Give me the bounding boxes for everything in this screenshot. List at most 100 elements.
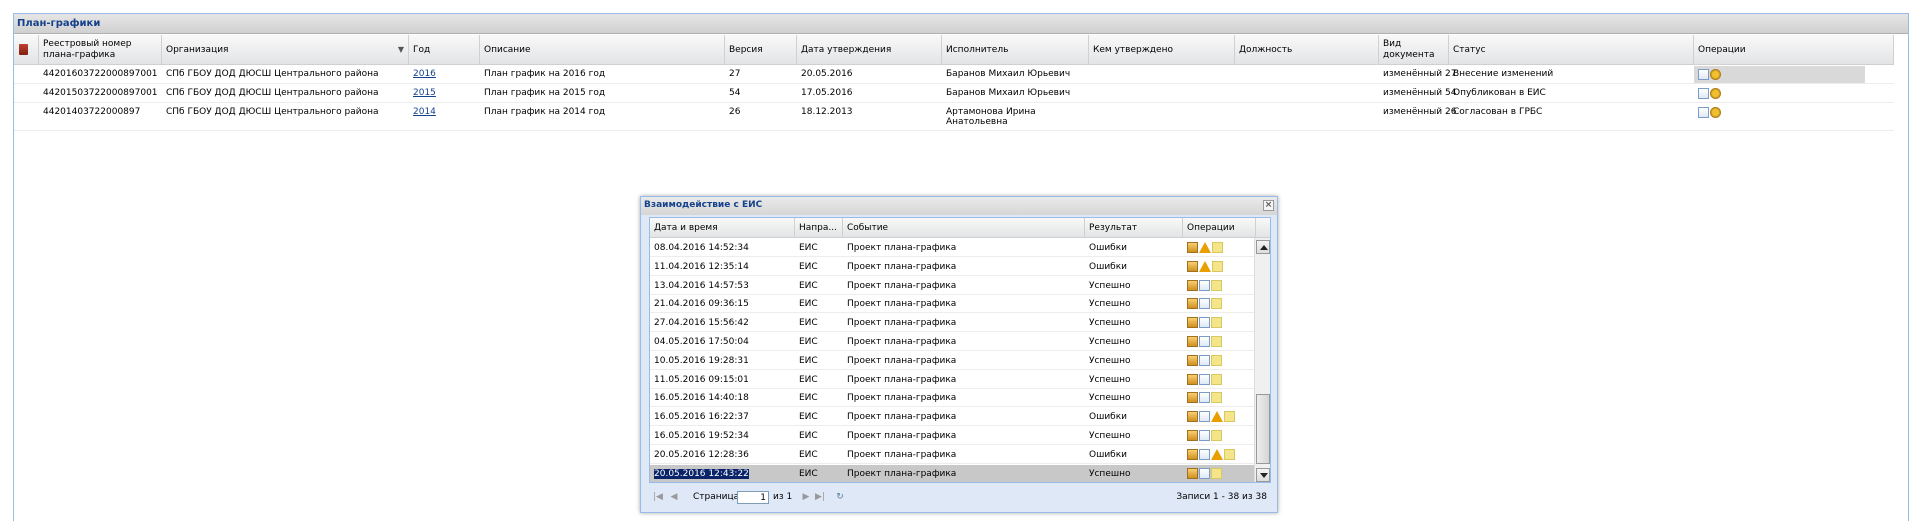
col-datetime[interactable]: Дата и время <box>650 218 795 238</box>
last-page-icon[interactable]: ▶| <box>815 492 825 502</box>
box-icon[interactable] <box>1187 354 1198 366</box>
emblem-icon[interactable] <box>1710 88 1721 99</box>
records-count: Записи 1 - 38 из 38 <box>1176 492 1267 502</box>
filter-icon[interactable]: ▼ <box>398 44 404 55</box>
note-icon[interactable] <box>1224 448 1235 460</box>
table-row[interactable]: 27.04.2016 15:56:42 ЕИС Проект плана-графи… <box>650 314 1256 333</box>
table-row[interactable]: 21.04.2016 09:36:15 ЕИС Проект плана-графи… <box>650 295 1256 314</box>
col-executor[interactable]: Исполнитель <box>942 35 1089 65</box>
col-description[interactable]: Описание <box>480 35 725 65</box>
box-icon[interactable] <box>1187 242 1198 253</box>
col-reg-number[interactable]: Реестровый номер плана-графика <box>39 35 162 65</box>
doc-icon[interactable] <box>1199 336 1210 347</box>
page-input[interactable] <box>737 491 769 504</box>
cell-year-link[interactable]: 2014 <box>413 107 436 117</box>
table-row[interactable]: 44201403722000897 СПб ГБОУ ДОД ДЮСШ Цент… <box>14 104 1894 131</box>
emblem-icon[interactable] <box>1710 69 1721 80</box>
vertical-scrollbar[interactable] <box>1254 238 1270 482</box>
cell-datetime-text: 20.05.2016 12:28:36 <box>654 449 749 460</box>
col-direction[interactable]: Напра... <box>795 218 843 238</box>
col-organization[interactable]: Организация ▼ <box>162 35 409 65</box>
box-icon[interactable] <box>1187 336 1198 347</box>
warning-icon[interactable] <box>1211 411 1223 423</box>
refresh-icon[interactable]: ↻ <box>835 492 845 502</box>
document-icon[interactable] <box>1698 88 1709 99</box>
warning-icon[interactable] <box>1211 448 1223 460</box>
cell-year-link[interactable]: 2015 <box>413 88 436 98</box>
box-icon[interactable] <box>1187 279 1198 291</box>
doc-icon[interactable] <box>1199 279 1210 291</box>
table-row[interactable]: 16.05.2016 16:22:37 ЕИС Проект плана-графи… <box>650 408 1256 427</box>
doc-icon[interactable] <box>1199 373 1210 385</box>
document-icon[interactable] <box>1698 107 1709 118</box>
doc-icon[interactable] <box>1199 467 1210 479</box>
table-row[interactable]: 4420160372200089700‌1 СПб ГБОУ ДОД ДЮСШ … <box>14 66 1894 84</box>
note-icon[interactable] <box>1211 392 1222 404</box>
note-icon[interactable] <box>1211 298 1222 310</box>
prev-page-icon[interactable]: ◀ <box>669 492 679 502</box>
note-icon[interactable] <box>1212 260 1223 272</box>
doc-icon[interactable] <box>1199 430 1210 441</box>
table-row[interactable]: 04.05.2016 17:50:04 ЕИС Проект плана-графи… <box>650 333 1256 351</box>
scroll-down-button[interactable] <box>1256 468 1270 482</box>
document-icon[interactable] <box>1698 69 1709 80</box>
doc-icon[interactable] <box>1199 392 1210 404</box>
table-row[interactable]: 11.04.2016 12:35:14 ЕИС Проект плана-графи… <box>650 258 1256 276</box>
col-result[interactable]: Результат <box>1085 218 1183 238</box>
box-icon[interactable] <box>1187 448 1198 460</box>
doc-icon[interactable] <box>1199 317 1210 329</box>
col-version[interactable]: Версия <box>725 35 797 65</box>
col-status[interactable]: Статус <box>1449 35 1694 65</box>
box-icon[interactable] <box>1187 411 1198 423</box>
table-row[interactable]: 20.05.2016 12:28:36 ЕИС Проект плана-графи… <box>650 446 1256 464</box>
doc-icon[interactable] <box>1199 354 1210 366</box>
note-icon[interactable] <box>1224 411 1235 423</box>
doc-icon[interactable] <box>1199 448 1210 460</box>
box-icon[interactable] <box>1187 317 1198 329</box>
col-operations[interactable]: Операции <box>1694 35 1894 65</box>
doc-icon[interactable] <box>1199 298 1210 310</box>
note-icon[interactable] <box>1211 430 1222 441</box>
col-doc-type[interactable]: Вид документа <box>1379 35 1449 65</box>
warning-icon[interactable] <box>1199 260 1211 272</box>
table-row[interactable]: 16.05.2016 19:52:34 ЕИС Проект плана-графи… <box>650 427 1256 445</box>
first-page-icon[interactable]: |◀ <box>653 492 663 502</box>
box-icon[interactable] <box>1187 430 1198 441</box>
box-icon[interactable] <box>1187 392 1198 404</box>
emblem-icon[interactable] <box>1710 107 1721 118</box>
note-icon[interactable] <box>1211 317 1222 329</box>
col-year[interactable]: Год <box>409 35 480 65</box>
note-icon[interactable] <box>1211 467 1222 479</box>
table-row[interactable]: 44201503722000897001 СПб ГБОУ ДОД ДЮСШ Ц… <box>14 85 1894 103</box>
table-row[interactable]: 08.04.2016 14:52:34 ЕИС Проект плана-графи… <box>650 239 1256 257</box>
cell-year-link[interactable]: 2016 <box>413 69 436 79</box>
col-operations[interactable]: Операции <box>1183 218 1256 238</box>
box-icon[interactable] <box>1187 467 1198 479</box>
panel-title: План-графики <box>14 14 1908 34</box>
table-row[interactable]: 20.05.2016 12:43:22 ЕИС Проект плана-графи… <box>650 464 1256 482</box>
note-icon[interactable] <box>1211 354 1222 366</box>
note-icon[interactable] <box>1212 242 1223 253</box>
warning-icon[interactable] <box>1199 242 1211 253</box>
col-approval-date[interactable]: Дата утверждения <box>797 35 942 65</box>
scroll-up-button[interactable] <box>1256 240 1270 254</box>
scroll-thumb[interactable] <box>1256 394 1270 464</box>
box-icon[interactable] <box>1187 298 1198 310</box>
box-icon[interactable] <box>1187 260 1198 272</box>
table-row[interactable]: 11.05.2016 09:15:01 ЕИС Проект плана-графи… <box>650 371 1256 389</box>
col-event[interactable]: Событие <box>843 218 1085 238</box>
table-row[interactable]: 13.04.2016 14:57:53 ЕИС Проект плана-графи… <box>650 277 1256 295</box>
trash-icon[interactable] <box>19 44 28 55</box>
note-icon[interactable] <box>1211 336 1222 347</box>
col-approved-by[interactable]: Кем утверждено <box>1089 35 1235 65</box>
next-page-icon[interactable]: ▶ <box>801 492 811 502</box>
col-position[interactable]: Должность <box>1235 35 1379 65</box>
table-row[interactable]: 16.05.2016 14:40:18 ЕИС Проект плана-графи… <box>650 389 1256 408</box>
close-icon[interactable]: × <box>1263 200 1274 211</box>
doc-icon[interactable] <box>1199 411 1210 423</box>
note-icon[interactable] <box>1211 373 1222 385</box>
table-row[interactable]: 10.05.2016 19:28:31 ЕИС Проект плана-графи… <box>650 352 1256 370</box>
delete-column-header[interactable] <box>14 35 39 65</box>
box-icon[interactable] <box>1187 373 1198 385</box>
note-icon[interactable] <box>1211 279 1222 291</box>
